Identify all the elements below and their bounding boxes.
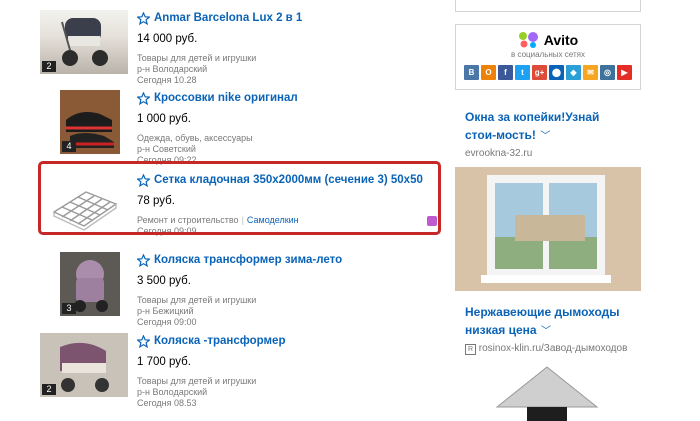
photo-count-badge: 3 <box>62 303 76 314</box>
listing-item[interactable]: 3 Коляска трансформер зима-лето 3 500 ру… <box>40 252 440 327</box>
listing-title[interactable]: Коляска трансформер зима-лето <box>154 254 342 266</box>
social-network-icon[interactable]: О <box>481 65 496 80</box>
social-network-icon[interactable]: ✉ <box>583 65 598 80</box>
listing-item[interactable]: 2 Коляска -трансформер 1 700 руб. Товары… <box>40 333 440 408</box>
social-subtitle: в социальных сетях <box>511 50 585 59</box>
listing-photo[interactable]: 2 <box>40 10 128 74</box>
highlight-frame <box>38 161 441 235</box>
social-network-icon[interactable]: В <box>464 65 479 80</box>
ad-domain[interactable]: rosinox-klin.ru/Завод-дымоходов <box>479 343 628 354</box>
window-image <box>455 167 641 291</box>
chevron-down-icon[interactable]: ﹀ <box>541 326 551 337</box>
ad-block[interactable]: Окна за копейки!Узнай стои-мость! ﹀ evro… <box>455 108 641 291</box>
avito-brand: Avito <box>543 32 579 48</box>
listing-category: Одежда, обувь, аксессуары <box>137 133 253 143</box>
listing-location: р-н Володарский <box>137 64 208 74</box>
listing-price: 3 500 руб. <box>137 275 191 287</box>
social-network-icon[interactable]: t <box>515 65 530 80</box>
favorite-star-icon[interactable] <box>137 91 150 105</box>
listing-date: Сегодня 09:00 <box>137 317 197 327</box>
social-networks-box: Avito в социальных сетях В Оf t g+ ⬤ ◆ ✉ ◎ ▶ <box>455 24 641 90</box>
social-network-icon[interactable]: ▶ <box>617 65 632 80</box>
social-network-icon[interactable]: g+ <box>532 65 547 80</box>
ad-title[interactable]: Окна за копейки!Узнай стои-мость! <box>465 110 599 142</box>
social-network-icon[interactable]: ◎ <box>600 65 615 80</box>
listing-location: р-н Бежицкий <box>137 306 194 316</box>
listing-date: Сегодня 10.28 <box>137 75 197 85</box>
ad-source-icon: R <box>465 344 476 355</box>
listing-price: 14 000 руб. <box>137 33 198 45</box>
listing-location: р-н Володарский <box>137 387 208 397</box>
listing-location: р-н Советский <box>137 144 196 154</box>
avito-logo-icon <box>518 32 538 48</box>
listing-price: 1 700 руб. <box>137 356 191 368</box>
social-network-icon[interactable]: ◆ <box>566 65 581 80</box>
chimney-cap-image <box>495 366 599 421</box>
favorite-star-icon[interactable] <box>137 334 150 348</box>
social-network-icon[interactable]: f <box>498 65 513 80</box>
photo-count-badge: 4 <box>62 141 76 152</box>
listing-title[interactable]: Кроссовки nike оригинал <box>154 92 298 104</box>
listing-photo[interactable]: 4 <box>60 90 120 154</box>
listing-price: 1 000 руб. <box>137 113 191 125</box>
favorite-star-icon[interactable] <box>137 11 150 25</box>
listing-title[interactable]: Коляска -трансформер <box>154 335 285 347</box>
listing-photo[interactable]: 2 <box>40 333 128 397</box>
ad-block[interactable]: Нержавеющие дымоходы низкая цена ﹀ R ros… <box>455 303 641 421</box>
photo-count-badge: 2 <box>42 384 56 395</box>
top-sidebar-box <box>455 0 641 12</box>
social-icons-row: В Оf t g+ ⬤ ◆ ✉ ◎ ▶ <box>456 65 640 80</box>
listing-category: Товары для детей и игрушки <box>137 295 257 305</box>
favorite-star-icon[interactable] <box>137 253 150 267</box>
listing-date: Сегодня 08.53 <box>137 398 197 408</box>
ad-domain[interactable]: evrookna-32.ru <box>455 144 641 159</box>
listing-category: Товары для детей и игрушки <box>137 53 257 63</box>
listing-category: Товары для детей и игрушки <box>137 376 257 386</box>
listing-item[interactable]: 2 Anmar Barcelona Lux 2 в 1 14 000 руб. … <box>40 10 440 85</box>
social-network-icon[interactable]: ⬤ <box>549 65 564 80</box>
listing-photo[interactable]: 3 <box>60 252 120 316</box>
ad-image[interactable] <box>455 361 641 421</box>
listing-item[interactable]: 4 Кроссовки nike оригинал 1 000 руб. Оде… <box>40 90 440 165</box>
chevron-down-icon[interactable]: ﹀ <box>540 131 550 142</box>
ad-image[interactable] <box>455 167 641 291</box>
listing-title[interactable]: Anmar Barcelona Lux 2 в 1 <box>154 12 302 24</box>
photo-count-badge: 2 <box>42 61 56 72</box>
